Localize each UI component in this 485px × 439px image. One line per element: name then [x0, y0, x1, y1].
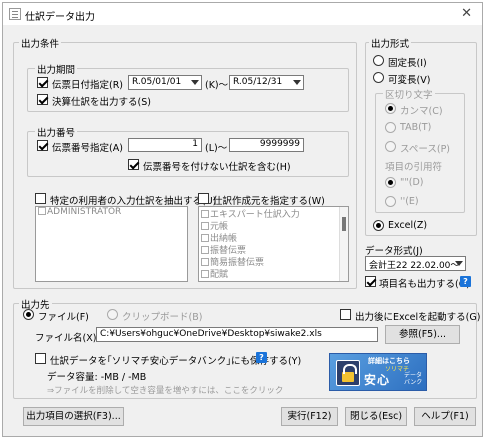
help-icon[interactable]: ?	[460, 276, 471, 287]
item-names-checkbox[interactable]	[365, 276, 376, 287]
list-item[interactable]: 元帳	[199, 219, 348, 232]
number-range-checkbox[interactable]	[37, 140, 48, 151]
number-range-label: 伝票番号指定(A)	[52, 143, 123, 154]
single-quote-radio[interactable]	[385, 196, 396, 207]
scrollbar[interactable]	[339, 207, 348, 281]
date-range-checkbox[interactable]	[37, 77, 48, 88]
list-item[interactable]: エキスパート仕訳入力	[199, 207, 348, 220]
banner-databank: データバンク	[404, 372, 423, 386]
list-item[interactable]: 配賦	[199, 267, 348, 280]
fixed-length-label: 固定長(I)	[388, 58, 427, 69]
excel-label: Excel(Z)	[388, 220, 428, 231]
capacity-hint-link[interactable]: ⇒ファイルを削除して空き容量を増やすには、ここをクリック	[47, 384, 283, 396]
file-radio-label: ファイル(F)	[38, 312, 89, 323]
user-filter-checkbox[interactable]	[35, 193, 46, 204]
list-item-label: ADMINISTRATOR	[47, 207, 122, 217]
file-radio[interactable]	[23, 309, 34, 320]
number-from-suffix: (L)～	[205, 143, 228, 154]
launch-excel-label: 出力後にExcelを起動する(G)	[355, 312, 481, 323]
filename-input[interactable]: C:¥Users¥ohguc¥OneDrive¥Desktop¥siwake2.…	[96, 327, 378, 342]
delimiter-group-label: 区切り文字	[383, 87, 435, 101]
item-checkbox[interactable]	[38, 207, 46, 215]
item-checkbox[interactable]	[201, 222, 209, 230]
item-checkbox[interactable]	[201, 210, 209, 218]
title-bar: 仕訳データ出力 ✕	[3, 3, 482, 25]
double-quote-label: ""(D)	[400, 177, 424, 188]
app-icon	[9, 8, 21, 20]
format-group-label: 出力形式	[369, 36, 412, 50]
close-button[interactable]: 閉じる(Esc)	[345, 407, 407, 426]
settlement-label: 決算仕訳を出力する(S)	[52, 97, 151, 108]
date-from-suffix: (K)～	[205, 80, 229, 91]
item-checkbox[interactable]	[201, 258, 209, 266]
date-to-value: R.05/12/31	[233, 77, 283, 87]
date-from-combo[interactable]: R.05/01/01	[128, 75, 202, 90]
dialog-window: 仕訳データ出力 ✕ 出力条件 出力期間 伝票日付指定(R) R.05/01/01…	[2, 2, 483, 437]
variable-length-radio[interactable]	[373, 72, 384, 83]
launch-excel-checkbox[interactable]	[340, 309, 351, 320]
creator-filter-checkbox[interactable]	[198, 193, 209, 204]
window-title: 仕訳データ出力	[25, 12, 95, 23]
select-items-button[interactable]: 出力項目の選択(F3)...	[23, 407, 124, 426]
include-unnumbered-label: 伝票番号を付けない仕訳を含む(H)	[143, 162, 291, 173]
help-icon[interactable]: ?	[256, 352, 267, 363]
settlement-checkbox[interactable]	[37, 94, 48, 105]
data-format-value: 会計王22 22.02.00～	[369, 261, 460, 271]
user-listbox[interactable]: ADMINISTRATOR	[35, 206, 188, 282]
item-checkbox[interactable]	[201, 246, 209, 254]
clipboard-radio[interactable]	[107, 309, 118, 320]
scroll-thumb[interactable]	[342, 217, 346, 231]
list-item[interactable]: ADMINISTRATOR	[36, 207, 187, 219]
close-icon[interactable]: ✕	[461, 6, 472, 21]
help-button[interactable]: ヘルプ(F1)	[414, 407, 476, 426]
chevron-down-icon	[293, 80, 301, 85]
period-group-label: 出力期間	[35, 62, 78, 76]
user-filter-label: 特定の利用者の入力仕訳を抽出する(U)	[50, 196, 217, 207]
soreca-checkbox[interactable]	[35, 353, 46, 364]
list-item[interactable]: 振替伝票	[199, 243, 348, 256]
chevron-down-icon	[191, 80, 199, 85]
variable-length-label: 可変長(V)	[388, 75, 431, 86]
data-format-label: データ形式(J)	[365, 246, 423, 257]
tab-label: TAB(T)	[400, 122, 432, 133]
item-checkbox[interactable]	[201, 234, 209, 242]
item-names-label: 項目名も出力する(O)	[379, 279, 470, 290]
number-to-input[interactable]: 9999999	[229, 138, 304, 152]
space-label: スペース(P)	[400, 144, 451, 155]
item-checkbox[interactable]	[201, 270, 209, 278]
double-quote-radio[interactable]	[385, 177, 396, 188]
comma-label: カンマ(C)	[400, 106, 443, 117]
capacity-text: データ容量: -MB / -MB	[47, 372, 147, 383]
creator-filter-label: 仕訳作成元を指定する(W)	[213, 196, 325, 207]
data-bank-banner[interactable]: 詳細はこちら ソリマチ 安心 データバンク	[329, 353, 427, 391]
banner-anshin: 安心	[364, 373, 391, 387]
quote-group-label: 項目の引用符	[385, 162, 443, 173]
fixed-length-radio[interactable]	[373, 55, 384, 66]
execute-button[interactable]: 実行(F12)	[281, 407, 338, 426]
date-range-label: 伝票日付指定(R)	[52, 80, 124, 91]
number-group-label: 出力番号	[35, 125, 78, 139]
conditions-group-label: 出力条件	[19, 36, 62, 50]
list-item[interactable]: 簡易振替伝票	[199, 255, 348, 268]
data-format-combo[interactable]: 会計王22 22.02.00～	[365, 256, 466, 271]
comma-radio[interactable]	[385, 103, 396, 114]
tab-radio[interactable]	[385, 122, 396, 133]
list-item-label: 配賦	[210, 270, 229, 280]
single-quote-label: ''(E)	[400, 196, 419, 207]
lock-icon	[336, 360, 360, 386]
date-to-combo[interactable]: R.05/12/31	[229, 75, 304, 90]
creator-listbox[interactable]: エキスパート仕訳入力 元帳 出納帳 振替伝票 簡易振替伝票 配賦	[198, 206, 349, 282]
excel-radio[interactable]	[373, 220, 384, 231]
clipboard-radio-label: クリップボード(B)	[122, 312, 203, 323]
browse-button[interactable]: 参照(F5)...	[385, 325, 460, 344]
date-from-value: R.05/01/01	[132, 77, 182, 87]
chevron-down-icon	[455, 261, 463, 266]
filename-label: ファイル名(X)	[35, 333, 97, 344]
list-item[interactable]: 出納帳	[199, 231, 348, 244]
number-from-input[interactable]: 1	[128, 138, 202, 152]
space-radio[interactable]	[385, 141, 396, 152]
include-unnumbered-checkbox[interactable]	[128, 159, 139, 170]
